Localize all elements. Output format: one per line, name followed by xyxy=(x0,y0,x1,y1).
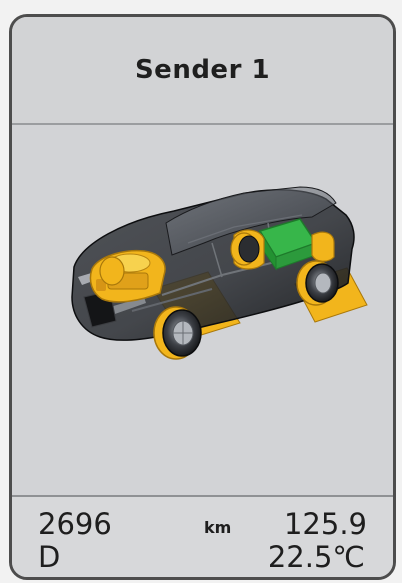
value-reading: 125.9 xyxy=(283,507,367,541)
vehicle-illustration-area xyxy=(12,125,393,495)
sender-panel: Sender 1 2696 km 125.9 D 22.5℃ xyxy=(9,14,396,580)
panel-header: Sender 1 xyxy=(12,17,393,125)
distance-unit: km xyxy=(204,518,232,537)
car-cutaway-icon xyxy=(71,186,368,360)
odometer-reading: 2696 xyxy=(38,507,112,541)
gear-indicator: D xyxy=(38,540,61,574)
panel-title: Sender 1 xyxy=(134,55,271,85)
temperature-reading: 22.5℃ xyxy=(267,540,365,574)
status-bar: 2696 km 125.9 D 22.5℃ xyxy=(12,495,393,577)
